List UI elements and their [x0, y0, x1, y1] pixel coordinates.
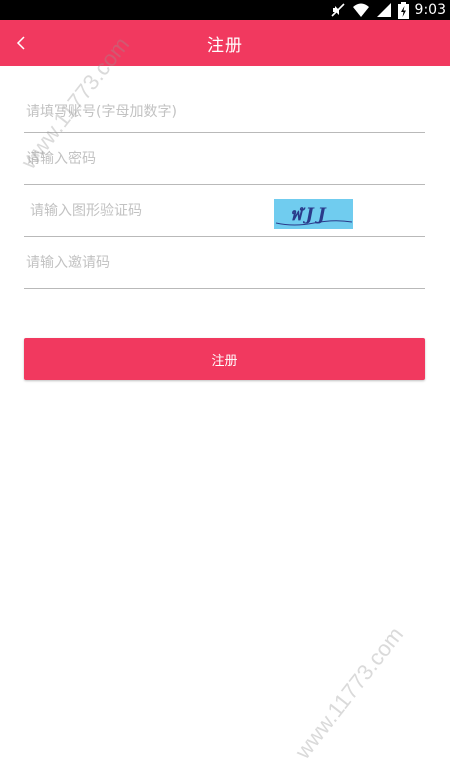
invite-code-input[interactable]	[24, 247, 425, 278]
signal-icon	[376, 3, 391, 17]
mute-icon	[330, 3, 345, 17]
password-input[interactable]	[24, 143, 425, 174]
captcha-field-row: ฬJJ	[24, 185, 425, 237]
app-bar: 注册	[0, 20, 450, 66]
page-title: 注册	[207, 35, 243, 56]
watermark: www.11773.com	[290, 622, 409, 764]
register-button[interactable]: 注册	[24, 338, 425, 380]
status-bar: 9:03	[0, 0, 450, 20]
status-time: 9:03	[414, 2, 446, 18]
captcha-text: ฬJJ	[290, 205, 330, 225]
captcha-image[interactable]: ฬJJ	[274, 199, 353, 229]
battery-charging-icon	[397, 1, 409, 19]
captcha-input[interactable]	[24, 195, 264, 226]
chevron-left-icon	[16, 36, 25, 50]
password-field-row	[24, 133, 425, 185]
back-button[interactable]	[6, 28, 36, 58]
wifi-icon	[352, 3, 369, 17]
invite-field-row	[24, 237, 425, 289]
